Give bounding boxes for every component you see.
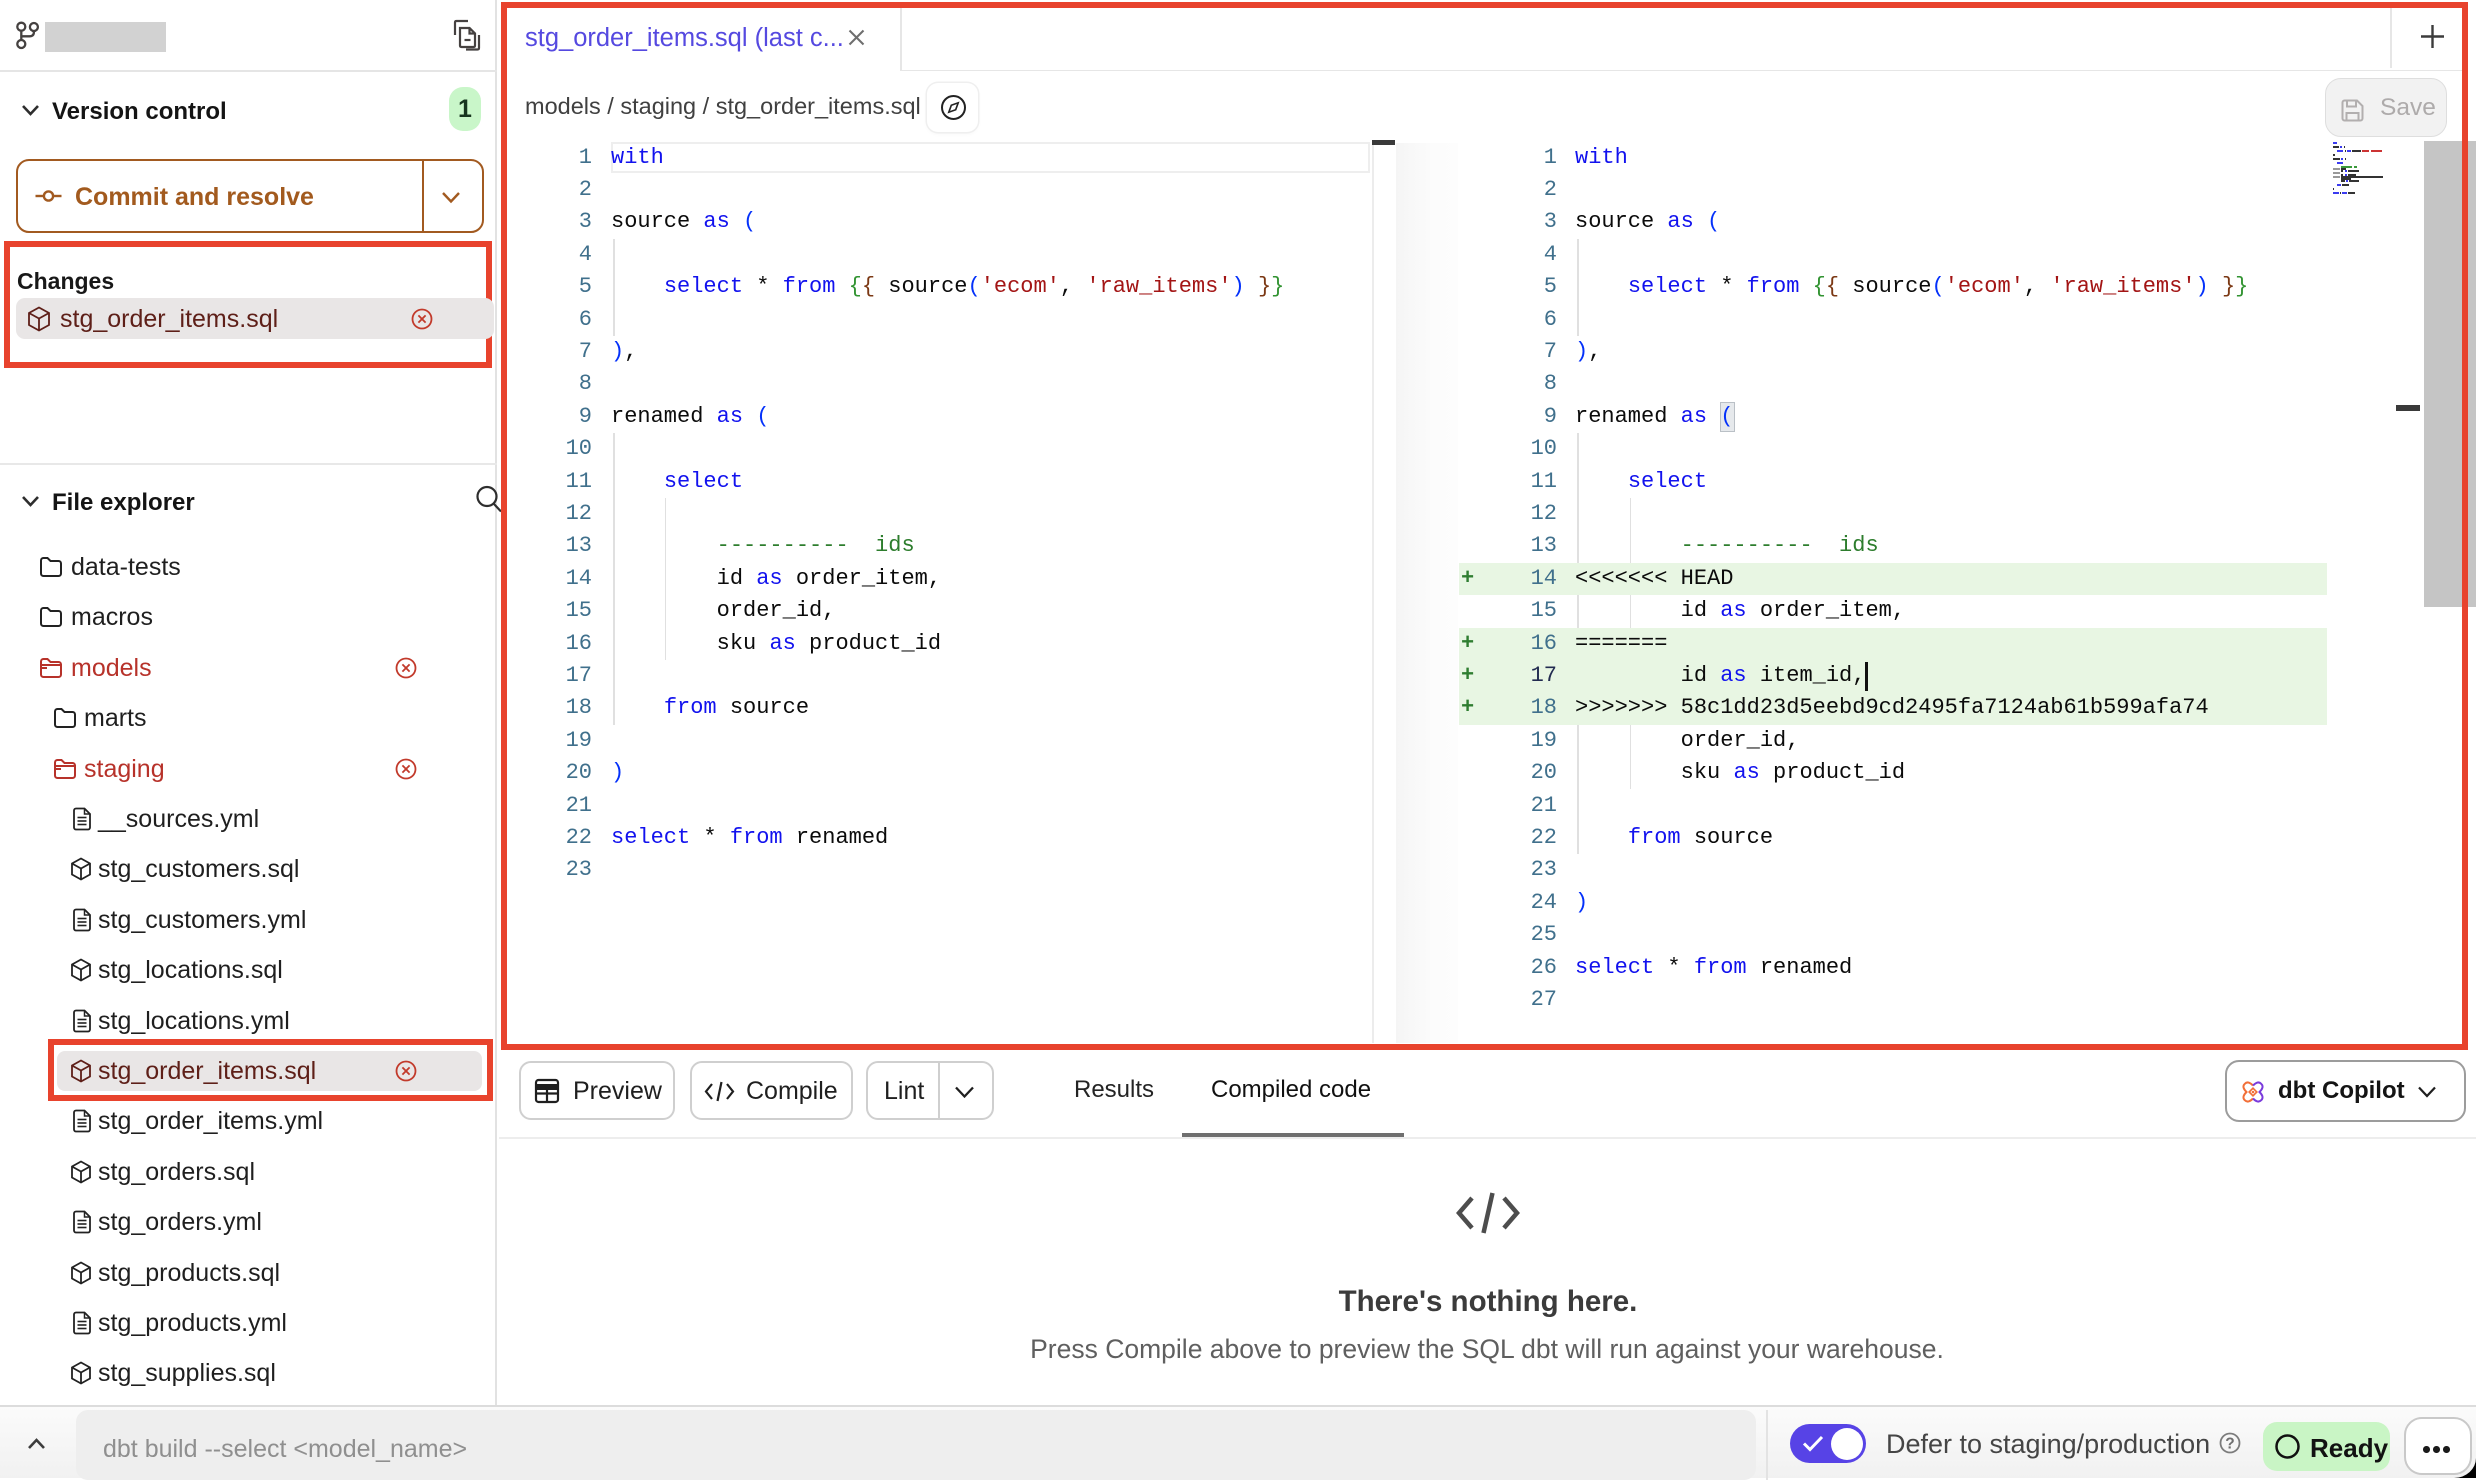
svg-text:?: ? — [2225, 1436, 2234, 1453]
